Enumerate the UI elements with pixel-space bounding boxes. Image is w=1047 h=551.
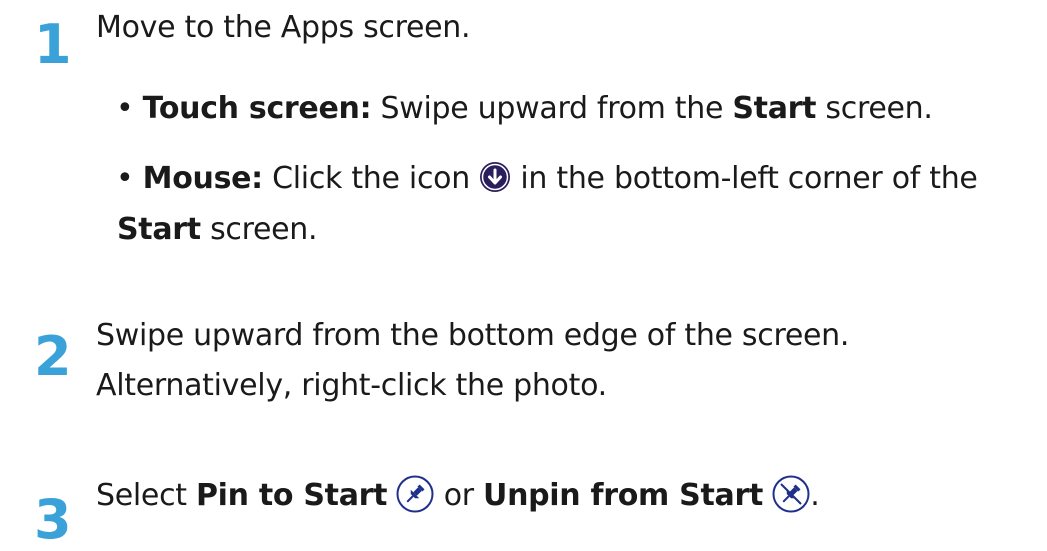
- start-keyword: Start: [117, 212, 201, 247]
- bullet-text: Swipe upward from the: [371, 91, 733, 126]
- step-number-1: 1: [34, 13, 72, 76]
- step-number-2: 2: [34, 325, 72, 388]
- bullet-mouse: • Mouse: Click the icon in the bottom-le…: [116, 159, 978, 199]
- pin-to-start-label: Pin to Start: [196, 478, 388, 513]
- start-keyword: Start: [732, 91, 817, 126]
- bullet-marker: •: [116, 161, 134, 196]
- bullet-marker: •: [116, 91, 134, 126]
- bullet-text: screen.: [200, 212, 318, 247]
- step-2-line-2: Alternatively, right-click the photo.: [96, 368, 607, 403]
- bullet-label-touch-screen: Touch screen:: [142, 91, 372, 126]
- step-1-text: Move to the Apps screen.: [96, 10, 471, 45]
- step-3-text: Select Pin to Start or Unpin from Start …: [96, 475, 820, 516]
- bullet-text: in the bottom-left corner of the: [511, 161, 978, 196]
- step-3-text-select: Select: [96, 478, 196, 513]
- down-arrow-circle-icon: [479, 161, 511, 193]
- bullet-text: screen.: [816, 91, 933, 126]
- unpin-icon: [772, 475, 810, 513]
- step-number-3: 3: [34, 488, 72, 551]
- step-2-line-1: Swipe upward from the bottom edge of the…: [96, 318, 850, 353]
- bullet-text: Click the icon: [262, 161, 480, 196]
- pin-icon: [396, 475, 434, 513]
- step-3-text-or: or: [434, 478, 484, 513]
- bullet-mouse-continuation: Start screen.: [117, 210, 318, 250]
- step-3-text-period: .: [810, 478, 820, 513]
- unpin-from-start-label: Unpin from Start: [483, 478, 763, 513]
- bullet-touch-screen: • Touch screen: Swipe upward from the St…: [116, 89, 933, 129]
- bullet-label-mouse: Mouse:: [142, 161, 264, 196]
